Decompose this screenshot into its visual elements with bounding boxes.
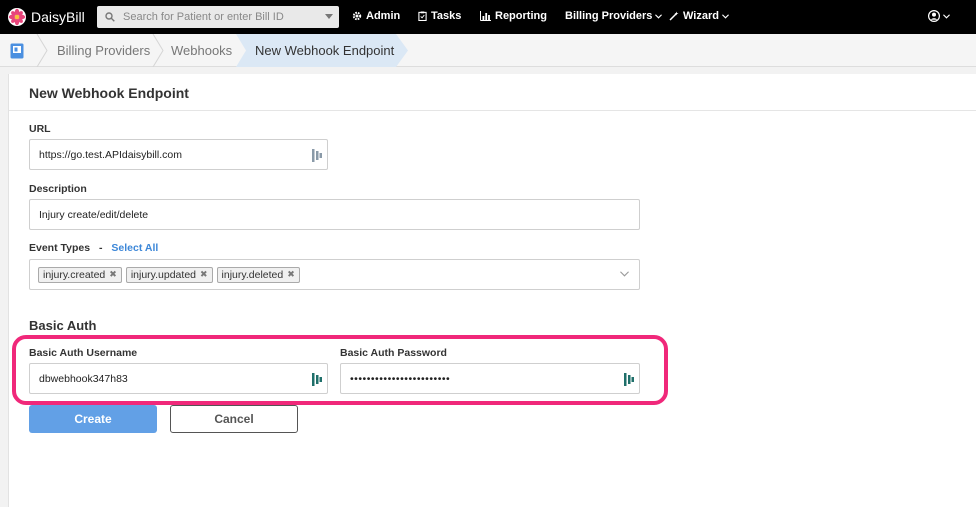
event-tag-label: injury.deleted [221, 268, 284, 281]
search-input[interactable]: Search for Patient or enter Bill ID [123, 11, 284, 23]
chevron-down-icon [655, 13, 663, 19]
gear-icon [352, 11, 362, 21]
search-box[interactable]: Search for Patient or enter Bill ID [97, 6, 339, 28]
username-value: dbwebhook347h83 [39, 372, 128, 385]
bar-chart-icon [480, 11, 491, 21]
nav-admin[interactable]: Admin [352, 10, 400, 22]
description-input[interactable]: Injury create/edit/delete [29, 199, 640, 230]
daisy-flower-icon [8, 8, 26, 26]
event-tag: injury.updated ✖ [125, 266, 213, 283]
magic-wand-icon [669, 11, 679, 21]
password-input[interactable]: •••••••••••••••••••••••• [340, 363, 640, 394]
search-icon [105, 12, 115, 22]
event-types-select[interactable]: injury.created ✖ injury.updated ✖ injury.d… [29, 259, 640, 290]
event-types-label: Event Types [29, 242, 91, 254]
page-title: New Webhook Endpoint [29, 85, 189, 101]
breadcrumb-billing-providers[interactable]: Billing Providers [57, 34, 150, 67]
clipboard-icon [418, 11, 427, 21]
breadcrumb: Billing Providers Webhooks New Webhook E… [0, 34, 976, 67]
brand-logo[interactable]: DaisyBill [8, 8, 94, 26]
password-value: •••••••••••••••••••••••• [350, 372, 451, 385]
cancel-button[interactable]: Cancel [170, 405, 298, 433]
book-icon[interactable] [10, 43, 24, 59]
event-tag-label: injury.updated [130, 268, 196, 281]
password-manager-icon[interactable] [624, 373, 634, 386]
password-manager-icon[interactable] [312, 149, 322, 162]
breadcrumb-webhooks[interactable]: Webhooks [171, 34, 232, 67]
search-dropdown-icon[interactable] [325, 14, 333, 19]
nav-tasks[interactable]: Tasks [418, 10, 461, 22]
event-types-separator: - [99, 242, 103, 254]
description-value: Injury create/edit/delete [39, 208, 149, 221]
chevron-down-icon[interactable] [620, 271, 629, 277]
form-panel: New Webhook Endpoint URL https://go.test… [8, 74, 976, 507]
breadcrumb-separator [152, 34, 164, 67]
password-label: Basic Auth Password [340, 347, 447, 359]
event-tag: injury.created ✖ [38, 266, 122, 283]
user-menu[interactable] [928, 10, 950, 22]
user-circle-icon [928, 10, 940, 22]
url-input[interactable]: https://go.test.APIdaisybill.com [29, 139, 328, 170]
username-input[interactable]: dbwebhook347h83 [29, 363, 328, 394]
nav-admin-label: Admin [366, 10, 401, 22]
nav-reporting[interactable]: Reporting [480, 10, 547, 22]
chevron-down-icon [943, 13, 950, 19]
nav-wizard-label: Wizard [683, 10, 719, 22]
breadcrumb-separator [36, 34, 48, 67]
breadcrumb-current: New Webhook Endpoint [255, 43, 395, 58]
nav-tasks-label: Tasks [431, 10, 462, 22]
basic-auth-title: Basic Auth [29, 318, 97, 333]
url-value: https://go.test.APIdaisybill.com [39, 148, 182, 161]
title-divider [9, 110, 976, 111]
nav-billing-providers[interactable]: Billing Providers [565, 10, 663, 22]
url-label: URL [29, 123, 51, 135]
password-manager-icon[interactable] [312, 373, 322, 386]
event-tag-label: injury.created [43, 268, 106, 281]
event-tag: injury.deleted ✖ [216, 266, 300, 283]
remove-tag-icon[interactable]: ✖ [287, 269, 295, 280]
username-label: Basic Auth Username [29, 347, 138, 359]
top-navbar: DaisyBill Search for Patient or enter Bi… [0, 0, 976, 34]
nav-billing-providers-label: Billing Providers [565, 10, 653, 22]
brand-name: DaisyBill [31, 9, 85, 25]
nav-wizard[interactable]: Wizard [669, 10, 729, 22]
create-button[interactable]: Create [29, 405, 157, 433]
event-types-label-row: Event Types - Select All [29, 242, 158, 254]
select-all-link[interactable]: Select All [111, 242, 158, 254]
nav-reporting-label: Reporting [495, 10, 547, 22]
remove-tag-icon[interactable]: ✖ [109, 269, 117, 280]
description-label: Description [29, 183, 87, 195]
chevron-down-icon [722, 13, 729, 19]
remove-tag-icon[interactable]: ✖ [200, 269, 208, 280]
